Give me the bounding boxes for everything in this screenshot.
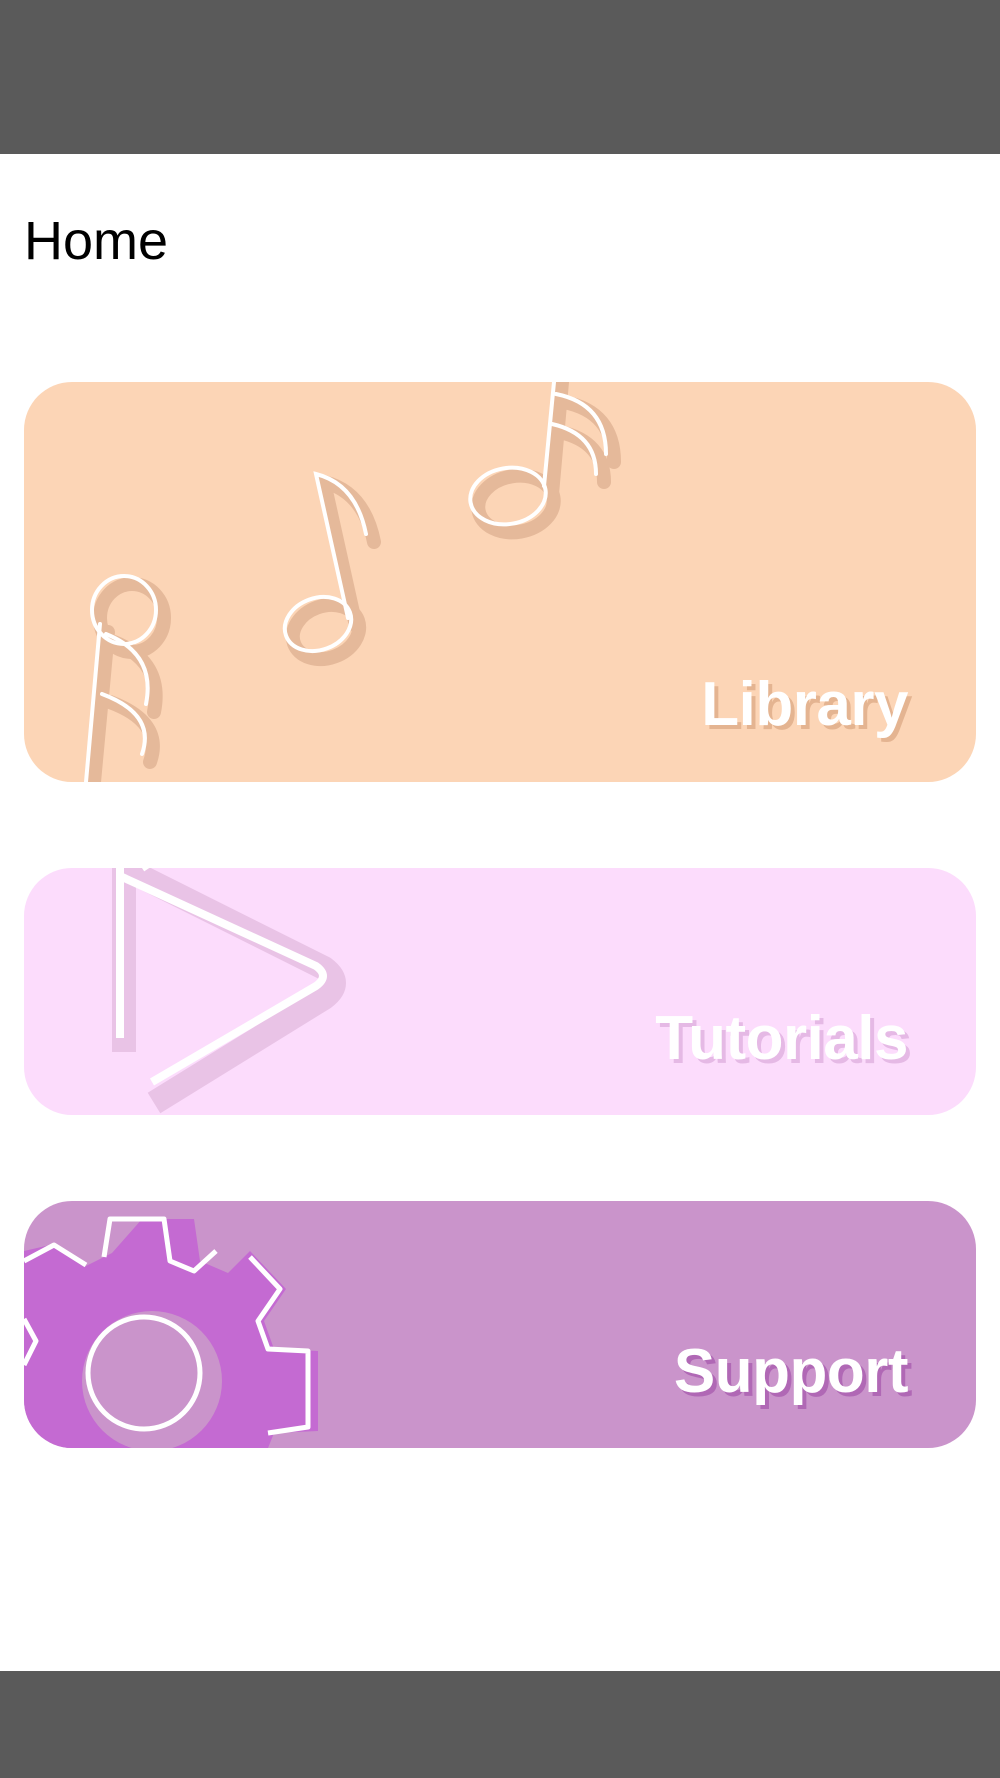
tutorials-label: Tutorials bbox=[655, 1004, 908, 1073]
navigation-bar bbox=[0, 1671, 1000, 1778]
page-title: Home bbox=[24, 211, 169, 271]
library-card[interactable]: Library bbox=[24, 382, 976, 782]
gear-icon bbox=[24, 1201, 976, 1448]
support-label: Support bbox=[673, 1337, 909, 1406]
support-card[interactable]: Support bbox=[24, 1201, 976, 1448]
library-label: Library bbox=[701, 670, 908, 739]
play-icon bbox=[24, 868, 976, 1115]
tutorials-card[interactable]: Tutorials bbox=[24, 868, 976, 1115]
status-bar bbox=[0, 0, 1000, 154]
